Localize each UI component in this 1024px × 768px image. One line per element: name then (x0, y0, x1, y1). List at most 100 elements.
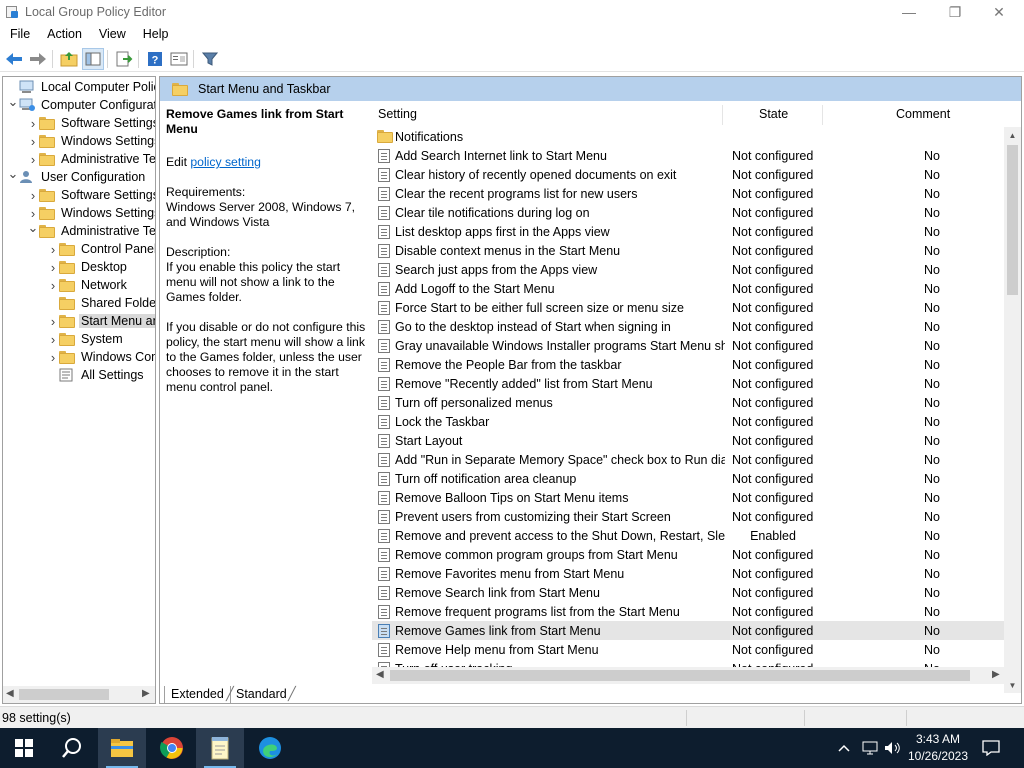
file-explorer-icon[interactable] (98, 728, 146, 768)
chrome-icon[interactable] (148, 728, 196, 768)
menu-help[interactable]: Help (133, 24, 176, 44)
collapse-arrow-icon[interactable]: › (47, 240, 59, 258)
show-hidden-icons[interactable] (838, 728, 850, 768)
maximize-button[interactable]: ❐ (932, 0, 978, 24)
expand-arrow-icon[interactable]: ⌄ (7, 93, 19, 111)
tree-item[interactable]: › System (47, 330, 125, 348)
setting-row[interactable]: Clear history of recently opened documen… (372, 165, 1004, 184)
volume-icon[interactable] (884, 728, 902, 768)
tree-item[interactable]: › Software Settings (27, 114, 155, 132)
collapse-arrow-icon[interactable]: › (47, 312, 59, 330)
setting-row[interactable]: Lock the Taskbar Not configured No (372, 412, 1004, 431)
search-icon[interactable] (48, 728, 96, 768)
close-button[interactable]: ✕ (976, 0, 1022, 24)
tree-item[interactable]: Local Computer Policy (7, 78, 155, 96)
collapse-arrow-icon[interactable]: › (47, 258, 59, 276)
expand-arrow-icon[interactable]: ⌄ (7, 165, 19, 183)
tree-item[interactable]: › Administrative Templates (27, 150, 155, 168)
tab-standard[interactable]: Standard (230, 686, 293, 704)
setting-row[interactable]: Remove Favorites menu from Start Menu Not… (372, 564, 1004, 583)
filter-icon[interactable] (199, 48, 221, 70)
setting-row[interactable]: Start Layout Not configured No (372, 431, 1004, 450)
collapse-arrow-icon[interactable]: › (47, 330, 59, 348)
expand-arrow-icon[interactable]: ⌄ (27, 219, 39, 237)
properties-icon[interactable] (168, 48, 190, 70)
list-scroll-right-icon[interactable]: ▶ (992, 669, 1000, 680)
vertical-scrollbar[interactable]: ▲ ▼ (1004, 127, 1021, 693)
up-folder-icon[interactable] (58, 48, 80, 70)
menu-view[interactable]: View (89, 24, 133, 44)
tree-pane[interactable]: Local Computer Policy ⌄ Computer Configura… (2, 76, 156, 704)
scroll-thumb[interactable] (1007, 145, 1018, 295)
show-hide-tree-icon[interactable] (82, 47, 104, 70)
scroll-right-icon[interactable]: ▶ (142, 688, 150, 699)
setting-row[interactable]: List desktop apps first in the Apps view… (372, 222, 1004, 241)
scroll-left-icon[interactable]: ◀ (6, 688, 14, 699)
minimize-button[interactable]: — (886, 0, 932, 24)
tree-item[interactable]: Shared Folders (47, 294, 155, 312)
tree-item[interactable]: › Start Menu and Taskbar (47, 312, 155, 330)
tree-item[interactable]: ⌄ Administrative Templates (27, 219, 155, 240)
setting-row[interactable]: Remove Help menu from Start Menu Not conf… (372, 640, 1004, 659)
setting-row[interactable]: Add Search Internet link to Start Menu No… (372, 146, 1004, 165)
list-scroll-left-icon[interactable]: ◀ (376, 669, 384, 680)
tree-item[interactable]: All Settings (47, 366, 146, 384)
tree-item[interactable]: ⌄ User Configuration (7, 165, 147, 186)
setting-row[interactable]: Disable context menus in the Start Menu N… (372, 241, 1004, 260)
setting-row[interactable]: Remove and prevent access to the Shut Do… (372, 526, 1004, 545)
list-scroll-thumb[interactable] (390, 670, 970, 681)
export-list-icon[interactable] (113, 48, 135, 70)
tree-item[interactable]: ⌄ Computer Configuration (7, 93, 155, 114)
setting-row[interactable]: Force Start to be either full screen siz… (372, 298, 1004, 317)
help-icon[interactable]: ? (144, 48, 166, 70)
setting-row[interactable]: Add Logoff to the Start Menu Not configur… (372, 279, 1004, 298)
scroll-up-icon[interactable]: ▲ (1004, 127, 1021, 143)
notepad-icon[interactable] (196, 728, 244, 768)
setting-row[interactable]: Prevent users from customizing their Sta… (372, 507, 1004, 526)
tree-scroll-thumb[interactable] (19, 689, 109, 700)
column-header-state[interactable]: State (759, 101, 788, 127)
tree-item[interactable]: › Control Panel (47, 240, 155, 258)
setting-row[interactable]: Turn off user trackingNot configuredNo (372, 659, 1004, 667)
setting-row[interactable]: Add "Run in Separate Memory Space" check… (372, 450, 1004, 469)
scroll-down-icon[interactable]: ▼ (1004, 677, 1021, 693)
tree-item[interactable]: › Network (47, 276, 129, 294)
setting-row[interactable]: Remove Games link from Start Menu Not con… (372, 621, 1004, 640)
tree-item[interactable]: › Windows Settings (27, 132, 155, 150)
menu-file[interactable]: File (0, 24, 37, 44)
setting-row[interactable]: Clear tile notifications during log on No… (372, 203, 1004, 222)
column-header-comment[interactable]: Comment (896, 101, 950, 127)
setting-row[interactable]: Remove frequent programs list from the S… (372, 602, 1004, 621)
tree-item[interactable]: › Windows Settings (27, 204, 155, 222)
policy-setting-link[interactable]: policy setting (190, 155, 260, 169)
collapse-arrow-icon[interactable]: › (27, 186, 39, 204)
tree-item[interactable]: › Desktop (47, 258, 129, 276)
back-icon[interactable] (3, 48, 25, 70)
setting-row[interactable]: Remove Search link from Start Menu Not co… (372, 583, 1004, 602)
collapse-arrow-icon[interactable]: › (27, 150, 39, 168)
column-header-setting[interactable]: Setting (378, 101, 417, 127)
setting-row[interactable]: Remove "Recently added" list from Start … (372, 374, 1004, 393)
forward-icon[interactable] (27, 48, 49, 70)
collapse-arrow-icon[interactable]: › (27, 132, 39, 150)
tree-item[interactable]: › Windows Components (47, 348, 155, 366)
list-horizontal-scrollbar[interactable]: ◀ ▶ (372, 667, 1004, 684)
clock[interactable]: 3:43 AM 10/26/2023 (902, 731, 974, 765)
notifications-icon[interactable] (982, 728, 1000, 768)
menu-action[interactable]: Action (37, 24, 89, 44)
tree-horizontal-scrollbar[interactable]: ◀ ▶ (3, 686, 155, 703)
setting-row[interactable]: Remove the People Bar from the taskbar No… (372, 355, 1004, 374)
tree-item[interactable]: › Software Settings (27, 186, 155, 204)
collapse-arrow-icon[interactable]: › (27, 114, 39, 132)
collapse-arrow-icon[interactable]: › (47, 276, 59, 294)
setting-row[interactable]: Remove common program groups from Start … (372, 545, 1004, 564)
setting-row[interactable]: Turn off notification area cleanup Not co… (372, 469, 1004, 488)
network-icon[interactable] (862, 728, 880, 768)
setting-row[interactable]: Clear the recent programs list for new u… (372, 184, 1004, 203)
setting-row[interactable]: Remove Balloon Tips on Start Menu items N… (372, 488, 1004, 507)
setting-row[interactable]: Go to the desktop instead of Start when … (372, 317, 1004, 336)
setting-row[interactable]: Search just apps from the Apps view Not c… (372, 260, 1004, 279)
setting-row[interactable]: Gray unavailable Windows Installer progr… (372, 336, 1004, 355)
start-icon[interactable] (0, 728, 48, 768)
edge-icon[interactable] (246, 728, 294, 768)
